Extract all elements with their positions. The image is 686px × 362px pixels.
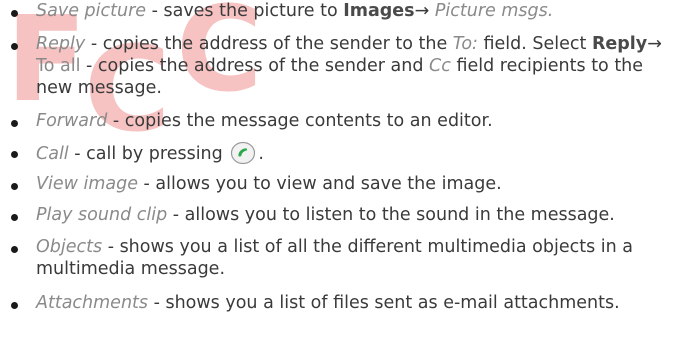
menu-path-picture-msgs: Picture msgs. bbox=[434, 1, 554, 21]
list-item-text: Objects - shows you a list of all the di… bbox=[36, 236, 682, 258]
menu-path-reply: Reply bbox=[591, 34, 648, 54]
list-item-text-line2: To all - copies the address of the sende… bbox=[36, 55, 682, 77]
list-item-text: Save picture - saves the picture to Imag… bbox=[36, 0, 682, 22]
list-item-text-line3: new message. bbox=[36, 77, 682, 99]
option-term: Reply bbox=[36, 34, 86, 54]
bullet-icon bbox=[11, 183, 18, 190]
list-item-text: Play sound clip - allows you to listen t… bbox=[36, 204, 682, 226]
option-term: View image bbox=[36, 174, 138, 194]
option-desc: - saves the picture to bbox=[146, 1, 344, 21]
option-term: Forward bbox=[36, 111, 108, 131]
option-desc-line2b: field recipients to the bbox=[450, 56, 644, 76]
list-item-text-line2: multimedia message. bbox=[36, 258, 682, 280]
menu-path-images: Images bbox=[343, 1, 415, 21]
option-desc: - copies the message contents to an edit… bbox=[107, 111, 493, 131]
list-item-text: Reply - copies the address of the sender… bbox=[36, 33, 682, 55]
menu-path-to-all: To all bbox=[36, 56, 81, 76]
field-cc: Cc bbox=[429, 56, 451, 76]
bullet-icon bbox=[11, 10, 18, 17]
list-item-text: Attachments - shows you a list of files … bbox=[36, 292, 682, 314]
option-term: Attachments bbox=[36, 293, 149, 313]
bullet-icon bbox=[11, 302, 18, 309]
arrow-glyph: → bbox=[414, 1, 435, 21]
option-tail: . bbox=[258, 144, 264, 164]
option-term: Call bbox=[36, 144, 69, 164]
option-desc: - shows you a list of all the different … bbox=[102, 237, 633, 257]
option-term: Play sound clip bbox=[36, 205, 168, 225]
bullet-icon bbox=[11, 151, 18, 158]
list-item-text: View image - allows you to view and save… bbox=[36, 173, 682, 195]
list-item-text: Forward - copies the message contents to… bbox=[36, 110, 682, 132]
field-to: To: bbox=[452, 34, 478, 54]
option-term: Objects bbox=[36, 237, 103, 257]
bullet-icon bbox=[11, 246, 18, 253]
option-desc: - shows you a list of files sent as e-ma… bbox=[148, 293, 620, 313]
option-desc-line2: multimedia message. bbox=[36, 259, 226, 279]
option-desc: - copies the address of the sender to th… bbox=[85, 34, 453, 54]
option-desc-line2: - copies the address of the sender and bbox=[80, 56, 430, 76]
option-desc: - call by pressing bbox=[68, 144, 223, 164]
bullet-icon bbox=[11, 120, 18, 127]
option-term: Save picture bbox=[36, 1, 147, 21]
bullet-icon bbox=[11, 43, 18, 50]
arrow-glyph: → bbox=[647, 34, 662, 54]
option-desc: - allows you to listen to the sound in t… bbox=[167, 205, 615, 225]
option-desc-line3: new message. bbox=[36, 78, 162, 98]
option-desc-2: field. Select bbox=[477, 34, 592, 54]
option-desc: - allows you to view and save the image. bbox=[137, 174, 502, 194]
call-key-icon bbox=[231, 141, 256, 165]
bullet-icon bbox=[11, 214, 18, 221]
list-item-text: Call - call by pressing . bbox=[36, 141, 682, 165]
